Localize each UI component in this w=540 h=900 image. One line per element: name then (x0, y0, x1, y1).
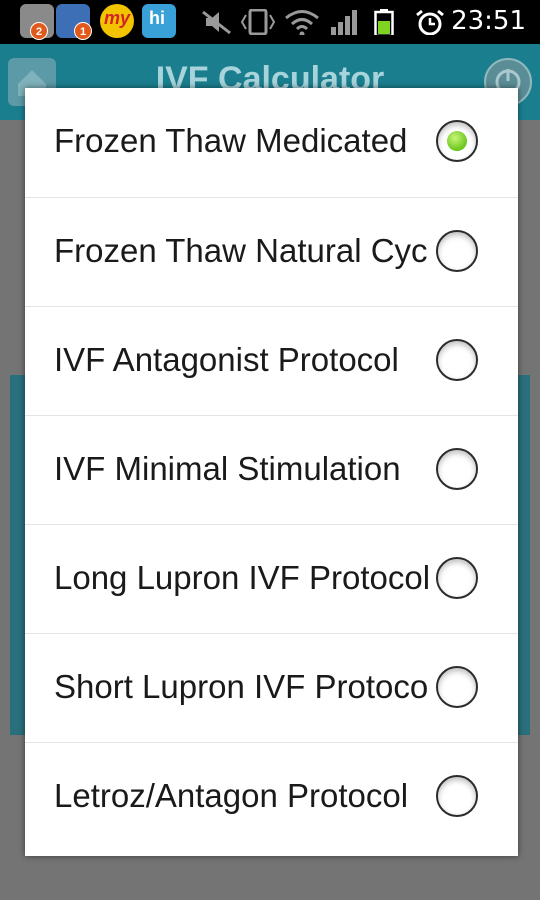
hi-app-label: hi (149, 8, 165, 28)
radio-button[interactable] (436, 775, 478, 817)
my-app-label: my (104, 8, 131, 28)
notification-badge: 1 (74, 22, 92, 40)
mute-icon (202, 10, 231, 35)
status-bar: 2 1 my hi 23:51 (0, 0, 540, 44)
vibrate-icon (240, 9, 276, 35)
option-frozen-thaw-medicated[interactable]: Frozen Thaw Medicated (25, 88, 518, 197)
battery-icon (374, 9, 394, 35)
signal-icon (331, 10, 357, 35)
notification-badge: 2 (30, 22, 48, 40)
option-frozen-thaw-natural[interactable]: Frozen Thaw Natural Cycle (25, 197, 518, 306)
option-letroz-antagon-protocol[interactable]: Letroz/Antagon Protocol (25, 742, 518, 851)
option-label: Frozen Thaw Natural Cycle (54, 232, 429, 269)
option-label: IVF Antagonist Protocol (54, 341, 399, 378)
wifi-icon (285, 10, 319, 35)
option-short-lupron-ivf-protocol[interactable]: Short Lupron IVF Protocol (25, 633, 518, 742)
radio-selected-dot (447, 131, 467, 151)
alarm-icon (416, 9, 444, 35)
radio-button[interactable] (436, 666, 478, 708)
radio-button[interactable] (436, 230, 478, 272)
option-label: Short Lupron IVF Protocol (54, 668, 429, 705)
radio-button-selected[interactable] (436, 120, 478, 162)
option-ivf-antagonist-protocol[interactable]: IVF Antagonist Protocol (25, 306, 518, 415)
my-app-notification-icon: my (100, 4, 134, 38)
option-label: Frozen Thaw Medicated (54, 122, 408, 159)
option-label: Letroz/Antagon Protocol (54, 777, 409, 814)
protocol-selection-dialog: Frozen Thaw Medicated Frozen Thaw Natura… (25, 88, 518, 856)
hi-app-notification-icon: hi (142, 4, 176, 38)
status-time: 23:51 (451, 6, 526, 36)
radio-button[interactable] (436, 557, 478, 599)
radio-button[interactable] (436, 448, 478, 490)
option-label: IVF Minimal Stimulation (54, 450, 401, 487)
option-label: Long Lupron IVF Protocol (54, 559, 429, 596)
option-long-lupron-ivf-protocol[interactable]: Long Lupron IVF Protocol (25, 524, 518, 633)
radio-button[interactable] (436, 339, 478, 381)
option-ivf-minimal-stimulation[interactable]: IVF Minimal Stimulation (25, 415, 518, 524)
